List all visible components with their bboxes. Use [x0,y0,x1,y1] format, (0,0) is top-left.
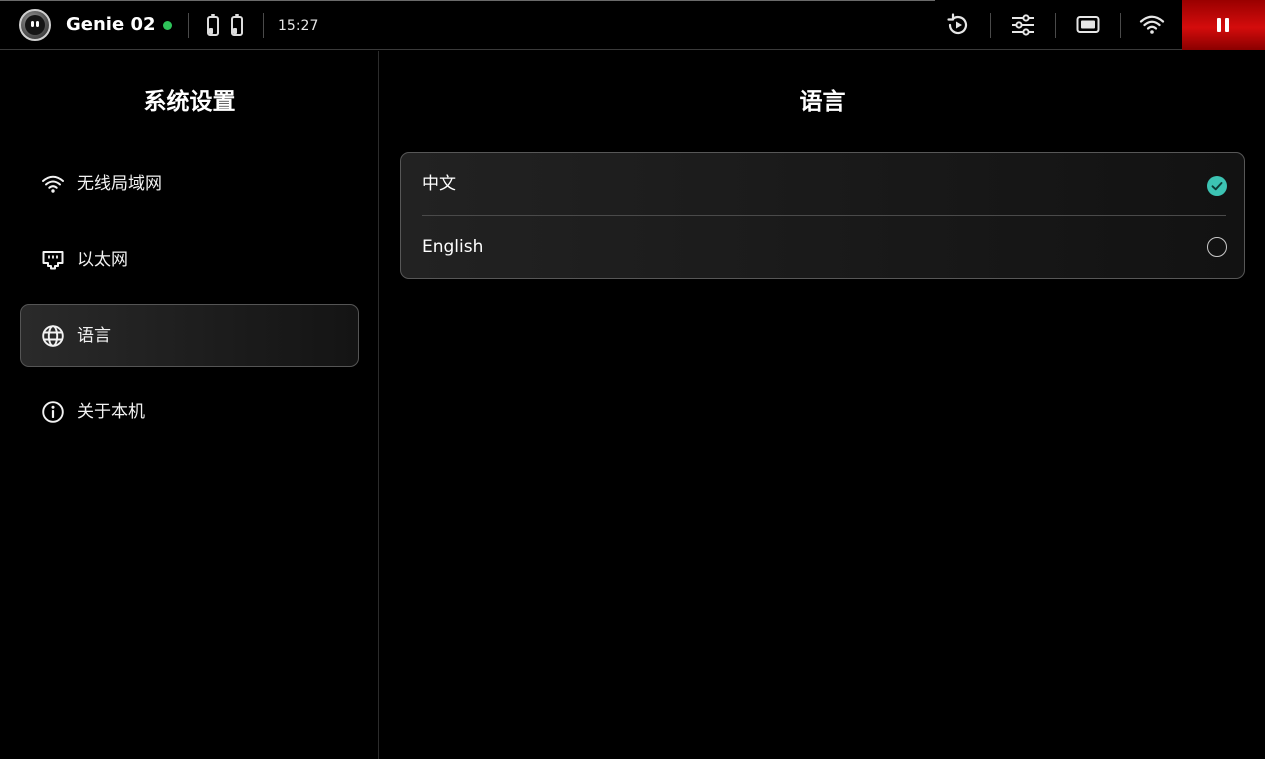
sidebar-item-wifi[interactable]: 无线局域网 [20,152,359,215]
battery-icon [207,14,219,36]
wifi-icon[interactable] [1139,12,1165,38]
option-label: English [422,237,484,257]
replay-icon[interactable] [945,12,971,38]
sidebar-item-label: 关于本机 [77,402,145,422]
robot-avatar-icon[interactable] [19,9,51,41]
checkmark-icon [1211,182,1223,191]
sidebar-item-ethernet[interactable]: 以太网 [20,228,359,291]
avatar-eye-right [36,21,39,27]
language-option-list: 中文 English [400,152,1245,279]
device-name: Genie 02 [66,14,156,35]
sidebar-item-label: 语言 [77,326,111,346]
sidebar-item-about[interactable]: 关于本机 [20,380,359,443]
language-option-chinese[interactable]: 中文 [401,153,1244,216]
radio-checked-icon[interactable] [1207,176,1227,196]
status-divider [263,13,264,38]
clock-time: 15:27 [278,18,319,34]
language-option-english[interactable]: English [401,216,1244,279]
sidebar-item-label: 无线局域网 [77,174,162,194]
wifi-icon [42,175,64,193]
globe-icon [42,325,64,347]
ethernet-icon [42,251,64,270]
settings-sidebar: 系统设置 无线局域网 以太网 语言 关于本机 [0,51,379,759]
sliders-icon[interactable] [1010,12,1036,38]
status-divider [1055,13,1056,38]
battery-icon [231,14,243,36]
connection-status-dot [163,21,172,30]
sidebar-item-label: 以太网 [77,250,128,270]
page-title: 语言 [799,89,846,115]
sidebar-item-language[interactable]: 语言 [20,304,359,367]
status-divider [188,13,189,38]
screen-icon[interactable] [1075,12,1101,38]
avatar-face [25,15,45,35]
sidebar-title: 系统设置 [143,89,236,115]
info-icon [42,401,64,423]
pause-button[interactable] [1182,0,1265,50]
radio-unchecked-icon[interactable] [1207,237,1227,257]
top-edge-line [0,0,935,1]
status-bar: Genie 02 15:27 [0,0,1265,50]
status-divider [990,13,991,38]
status-divider [1120,13,1121,38]
avatar-eye-left [31,21,34,27]
pause-icon [1217,18,1221,32]
option-label: 中文 [422,174,456,194]
